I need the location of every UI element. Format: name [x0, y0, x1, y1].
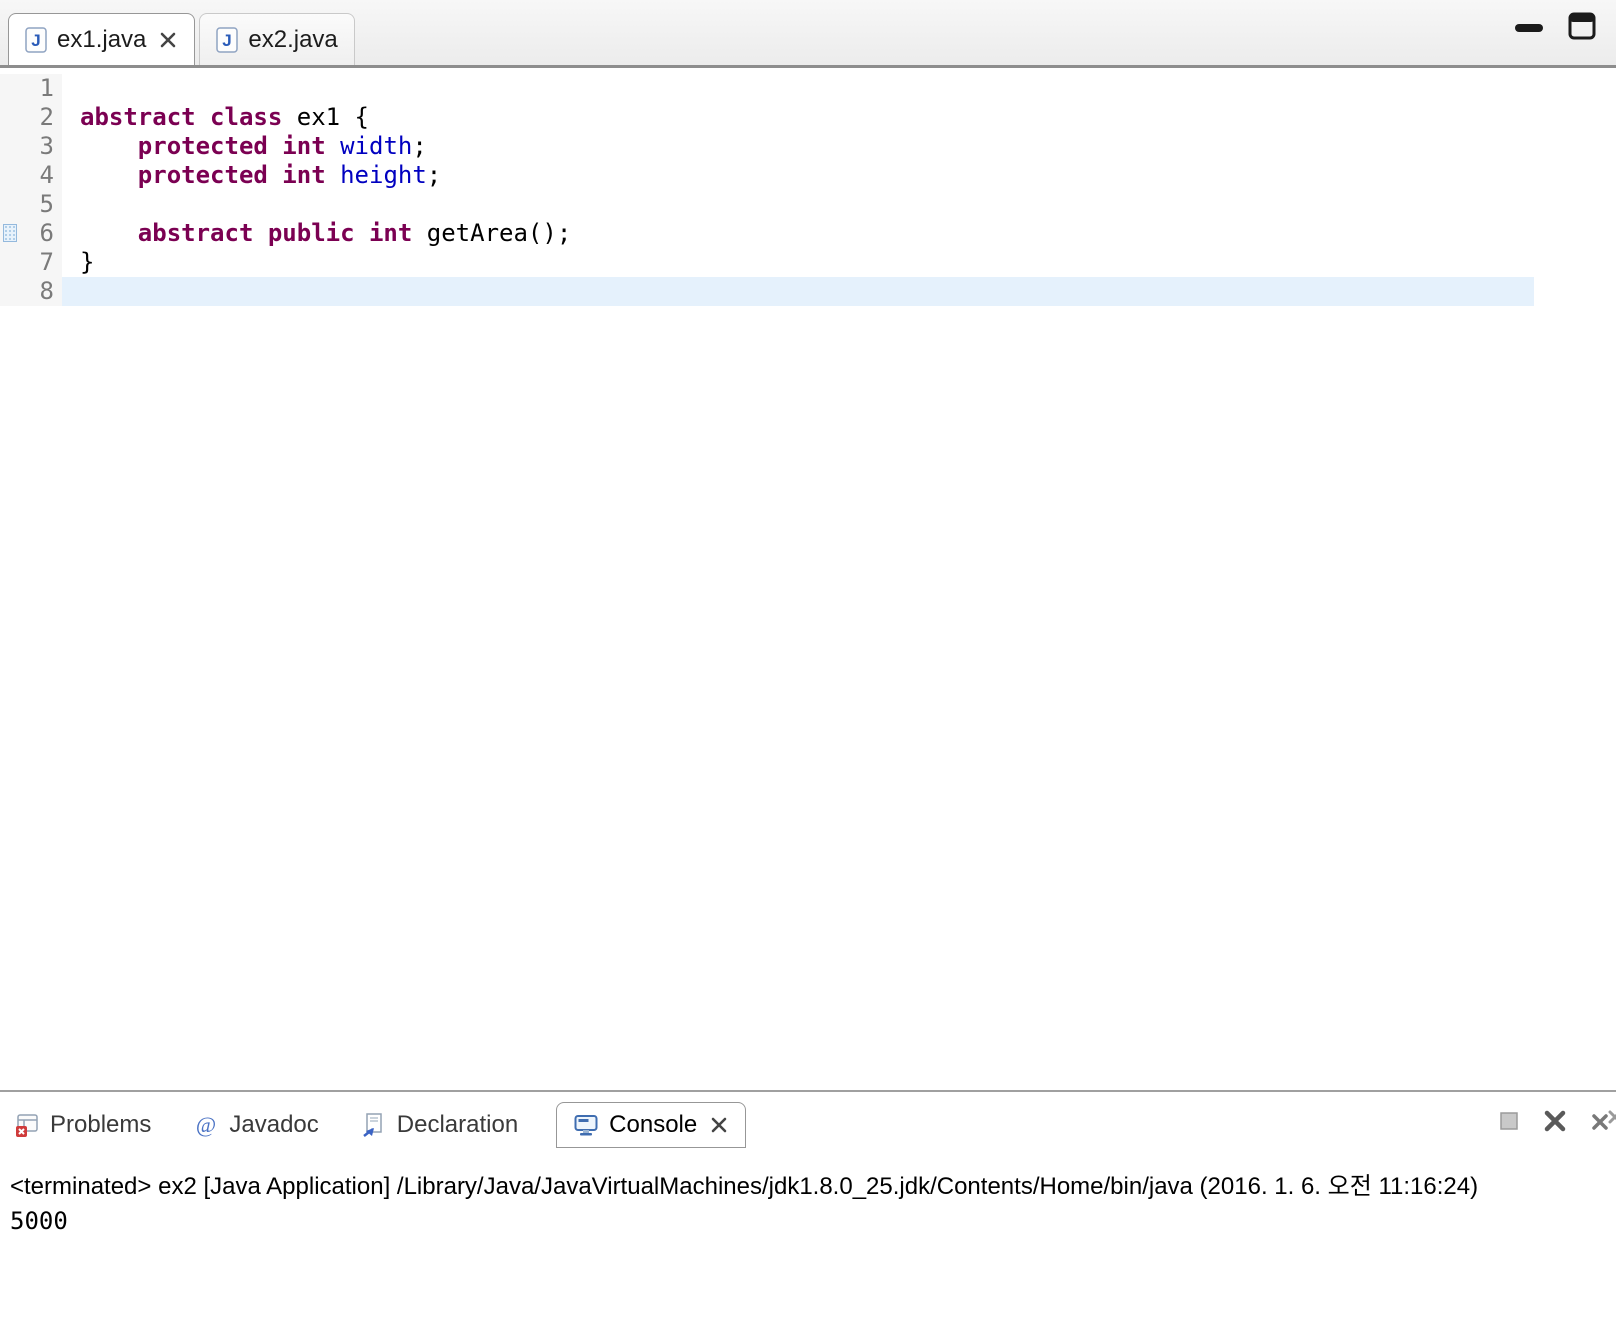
code-line-4[interactable]: 4 protected int height;: [0, 161, 1616, 190]
editor-tabs: Jex1.java Jex2.java: [8, 13, 359, 65]
code-token: height: [340, 161, 427, 189]
tab-close-icon[interactable]: [158, 30, 178, 50]
code-line-3[interactable]: 3 protected int width;: [0, 132, 1616, 161]
code-editor[interactable]: 1 2 abstract class ex1 {3 protected int wi…: [0, 71, 1616, 1090]
line-number: 7: [20, 248, 62, 277]
tab-label: ex1.java: [57, 25, 147, 53]
tab-close-icon[interactable]: [709, 1115, 729, 1135]
code-lines: 1 2 abstract class ex1 {3 protected int wi…: [0, 74, 1616, 306]
tab-label: Problems: [50, 1111, 152, 1138]
tab-label: Javadoc: [229, 1111, 319, 1138]
code-line-2[interactable]: 2 abstract class ex1 {: [0, 103, 1616, 132]
javadoc-icon: @: [193, 1112, 219, 1138]
code-line-5[interactable]: 5: [0, 190, 1616, 219]
code-token: protected int: [137, 132, 341, 160]
code-text: protected int width;: [62, 132, 427, 161]
line-number: 5: [20, 190, 62, 219]
console-process-header: <terminated> ex2 [Java Application] /Lib…: [10, 1173, 1479, 1200]
annotation-ruler: [0, 74, 20, 103]
console-toolbar: [1498, 1108, 1616, 1134]
code-token: }: [80, 248, 95, 276]
code-token: ;: [426, 161, 442, 189]
editor-area: Jex1.java Jex2.java 1 2 abstract class ex1 …: [0, 0, 1616, 1092]
tab-label: ex2.java: [248, 25, 338, 53]
tab-label: Console: [609, 1111, 698, 1138]
code-token: abstract class: [80, 103, 297, 131]
console-output: 5000: [10, 1207, 68, 1235]
line-number: 3: [20, 132, 62, 161]
annotation-ruler: [0, 103, 20, 132]
java-file-icon: J: [25, 26, 47, 53]
editor-tab-ex1.java[interactable]: Jex1.java: [8, 13, 196, 65]
code-text: protected int height;: [62, 161, 441, 190]
console-view: Problems @ Javadoc Declaration Console <term…: [0, 1094, 1616, 1332]
code-text: abstract class ex1 {: [62, 103, 369, 132]
java-file-icon: J: [216, 26, 239, 53]
code-line-6[interactable]: 6 abstract public int getArea();: [0, 219, 1616, 248]
code-line-8[interactable]: 8: [0, 277, 1616, 306]
console-tab-bar: Problems @ Javadoc Declaration Console: [0, 1094, 1616, 1156]
line-number: 4: [20, 161, 62, 190]
code-token: width: [340, 132, 413, 160]
problems-icon: [14, 1112, 40, 1138]
tab-label: Declaration: [396, 1111, 519, 1138]
remove-all-terminated-icon[interactable]: [1590, 1108, 1616, 1134]
editor-tab-bar: Jex1.java Jex2.java: [0, 0, 1616, 68]
code-text: abstract public int getArea();: [62, 219, 571, 248]
minimize-icon[interactable]: [1514, 22, 1544, 34]
code-token: getArea();: [426, 219, 572, 247]
line-number: 8: [20, 277, 62, 306]
svg-text:J: J: [223, 31, 232, 50]
console-tabs: Problems @ Javadoc Declaration Console: [10, 1102, 747, 1148]
annotation-ruler: [0, 132, 20, 161]
line-number: 6: [20, 219, 62, 248]
code-line-1[interactable]: 1: [0, 74, 1616, 103]
window-controls: [1514, 12, 1596, 40]
console-icon: [573, 1112, 599, 1138]
line-marker-icon[interactable]: [3, 224, 17, 242]
code-token: ;: [412, 132, 427, 160]
view-tab-declaration[interactable]: Declaration: [357, 1105, 522, 1145]
code-text: }: [62, 248, 94, 277]
line-number: 2: [20, 103, 62, 132]
editor-tab-ex2.java[interactable]: Jex2.java: [199, 13, 355, 65]
annotation-ruler: [0, 277, 20, 306]
view-tab-javadoc[interactable]: @ Javadoc: [189, 1105, 322, 1145]
svg-text:J: J: [31, 31, 40, 50]
code-token: abstract public int: [137, 219, 427, 247]
close-console-icon[interactable]: [1542, 1108, 1568, 1134]
svg-text:@: @: [196, 1112, 216, 1137]
maximize-icon[interactable]: [1568, 12, 1596, 40]
annotation-ruler: [0, 248, 20, 277]
view-tab-console[interactable]: Console: [556, 1102, 747, 1148]
view-tab-problems[interactable]: Problems: [10, 1105, 155, 1145]
annotation-ruler: [0, 190, 20, 219]
code-token: protected int: [137, 161, 341, 189]
code-line-7[interactable]: 7}: [0, 248, 1616, 277]
annotation-ruler: [0, 219, 20, 248]
code-token: ex1 {: [296, 103, 369, 131]
gray-square-icon[interactable]: [1498, 1110, 1520, 1132]
annotation-ruler: [0, 161, 20, 190]
declaration-icon: [361, 1112, 387, 1138]
line-number: 1: [20, 74, 62, 103]
